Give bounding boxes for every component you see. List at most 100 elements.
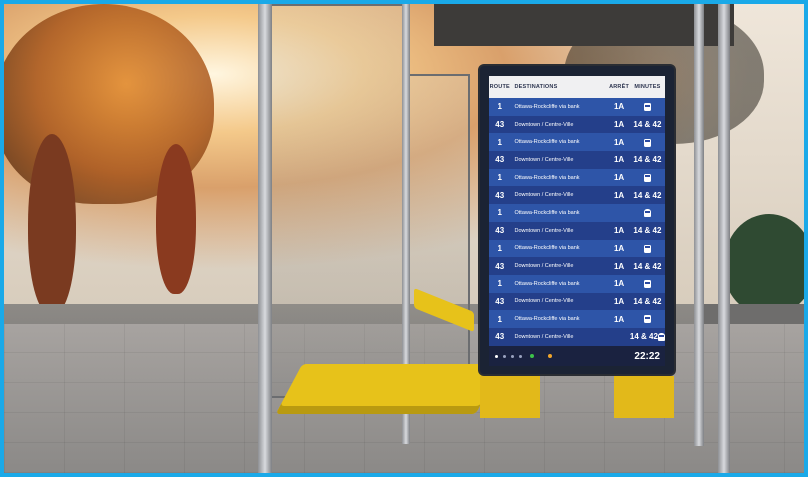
- stop-code: 1A: [613, 137, 625, 147]
- minutes-cell: [630, 138, 665, 147]
- destination: Ottawa-Rockcliffe via bank: [514, 316, 580, 323]
- minutes-value: 14 & 42: [633, 261, 662, 271]
- minutes-value: 14 & 42: [633, 155, 662, 165]
- minutes-cell: 14 & 42: [630, 155, 665, 164]
- bus-icon: [643, 280, 651, 289]
- pager-dot: [495, 354, 498, 358]
- departure-row: 1 Ottawa-Rockcliffe via bank: [489, 204, 665, 222]
- bus-icon: [643, 315, 651, 324]
- minutes-value: 14 & 42: [633, 226, 662, 236]
- destination: Downtown / Centre-Ville: [514, 298, 574, 305]
- destination: Ottawa-Rockcliffe via bank: [514, 245, 580, 252]
- destination: Downtown / Centre-Ville: [514, 263, 574, 270]
- kiosk-leg-right: [614, 376, 674, 418]
- departure-row: 1 Ottawa-Rockcliffe via bank 1A: [489, 168, 665, 187]
- pager-dot: [503, 354, 506, 358]
- destination: Downtown / Centre-Ville: [514, 121, 574, 128]
- departure-row: 43 Downtown / Centre-Ville 14 & 42: [489, 327, 665, 346]
- route-number: 1: [497, 208, 502, 218]
- bus-shelter-scene: ROUTE DESTINATIONS ARRÊT MINUTES 1 Ottawa…: [4, 4, 804, 473]
- stop-code: 1A: [613, 279, 625, 289]
- header-destinations: DESTINATIONS: [514, 84, 558, 90]
- tree-cypress-left: [28, 134, 76, 314]
- legend-orange-dot: [548, 354, 552, 358]
- route-number: 43: [495, 261, 505, 271]
- route-number: 1: [497, 314, 502, 324]
- destination: Downtown / Centre-Ville: [514, 227, 574, 234]
- minutes-value: 14 & 42: [629, 332, 658, 342]
- departure-screen: ROUTE DESTINATIONS ARRÊT MINUTES 1 Ottawa…: [489, 76, 665, 366]
- bus-icon: [643, 103, 651, 112]
- bus-icon: [643, 138, 651, 147]
- minutes-cell: 14 & 42: [630, 332, 665, 341]
- departure-row: 43 Downtown / Centre-Ville 1A 14 & 42: [489, 257, 665, 275]
- destination: Downtown / Centre-Ville: [514, 333, 574, 340]
- pager-dot: [519, 354, 522, 358]
- departure-row: 43 Downtown / Centre-Ville 1A 14 & 42: [489, 115, 665, 134]
- stop-code: 1A: [613, 120, 625, 130]
- route-number: 1: [497, 102, 502, 112]
- route-number: 1: [497, 173, 502, 183]
- route-number: 43: [495, 332, 505, 342]
- departure-row: 43 Downtown / Centre-Ville 1A 14 & 42: [489, 221, 665, 240]
- kiosk-leg-left: [480, 376, 540, 418]
- destination: Downtown / Centre-Ville: [514, 156, 574, 163]
- route-number: 1: [497, 243, 502, 253]
- shelter-post-far-right: [718, 4, 730, 473]
- destination: Ottawa-Rockcliffe via bank: [514, 209, 580, 216]
- table-header: ROUTE DESTINATIONS ARRÊT MINUTES: [489, 76, 665, 98]
- minutes-cell: [630, 279, 665, 289]
- minutes-cell: 14 & 42: [630, 226, 665, 235]
- minutes-cell: [630, 208, 665, 218]
- departure-row: 1 Ottawa-Rockcliffe via bank 1A: [489, 133, 665, 152]
- legend-green-dot: [530, 354, 534, 358]
- tree-right-green: [724, 214, 804, 314]
- stop-code: 1A: [613, 314, 625, 324]
- destination: Ottawa-Rockcliffe via bank: [514, 103, 580, 110]
- minutes-value: 14 & 42: [633, 296, 662, 306]
- route-number: 43: [495, 120, 505, 130]
- stop-code: 1A: [613, 155, 625, 165]
- stop-code: 1A: [613, 243, 625, 253]
- departure-row: 43 Downtown / Centre-Ville 1A 14 & 42: [489, 151, 665, 169]
- departure-row: 1 Ottawa-Rockcliffe via bank 1A: [489, 274, 665, 293]
- stop-code: 1A: [613, 102, 625, 112]
- stop-code: 1A: [613, 173, 625, 183]
- minutes-value: 14 & 42: [633, 190, 662, 200]
- stop-code: 1A: [613, 190, 625, 200]
- clock: 22:22: [634, 350, 660, 362]
- destination: Downtown / Centre-Ville: [514, 192, 574, 199]
- shelter-post-right: [694, 4, 704, 446]
- shelter-post-left: [258, 4, 272, 473]
- route-number: 43: [495, 296, 505, 306]
- departure-row: 1 Ottawa-Rockcliffe via bank 1A: [489, 239, 665, 258]
- destination: Ottawa-Rockcliffe via bank: [514, 280, 580, 287]
- departure-row: 1 Ottawa-Rockcliffe via bank 1A: [489, 98, 665, 116]
- bus-icon: [643, 173, 651, 182]
- departure-row: 1 Ottawa-Rockcliffe via bank 1A: [489, 310, 665, 328]
- train-icon: [657, 333, 665, 342]
- departure-display: ROUTE DESTINATIONS ARRÊT MINUTES 1 Ottawa…: [480, 66, 674, 374]
- bench-seat: [275, 364, 503, 414]
- minutes-cell: [630, 315, 665, 324]
- train-icon: [643, 209, 651, 218]
- legend: [530, 354, 554, 358]
- stop-code: 1A: [613, 226, 625, 236]
- shelter-glass-panel-mid: [408, 74, 470, 398]
- tree-cypress-right: [156, 144, 196, 294]
- minutes-cell: 14 & 42: [630, 262, 665, 271]
- route-number: 1: [497, 279, 502, 289]
- pager-dot: [511, 354, 514, 358]
- destination: Ottawa-Rockcliffe via bank: [514, 174, 580, 181]
- stop-code: 1A: [613, 261, 625, 271]
- stop-code: 1A: [613, 296, 625, 306]
- minutes-value: 14 & 42: [633, 120, 662, 130]
- route-number: 1: [497, 137, 502, 147]
- destination: Ottawa-Rockcliffe via bank: [514, 139, 580, 146]
- header-stop: ARRÊT: [609, 84, 630, 90]
- shelter-roof: [434, 4, 734, 46]
- departure-rows: 1 Ottawa-Rockcliffe via bank 1A 43 Downtown …: [489, 98, 665, 346]
- departure-row: 43 Downtown / Centre-Ville 1A 14 & 42: [489, 186, 665, 205]
- shelter-glass-panel-left: [266, 4, 410, 398]
- minutes-cell: 14 & 42: [630, 120, 665, 129]
